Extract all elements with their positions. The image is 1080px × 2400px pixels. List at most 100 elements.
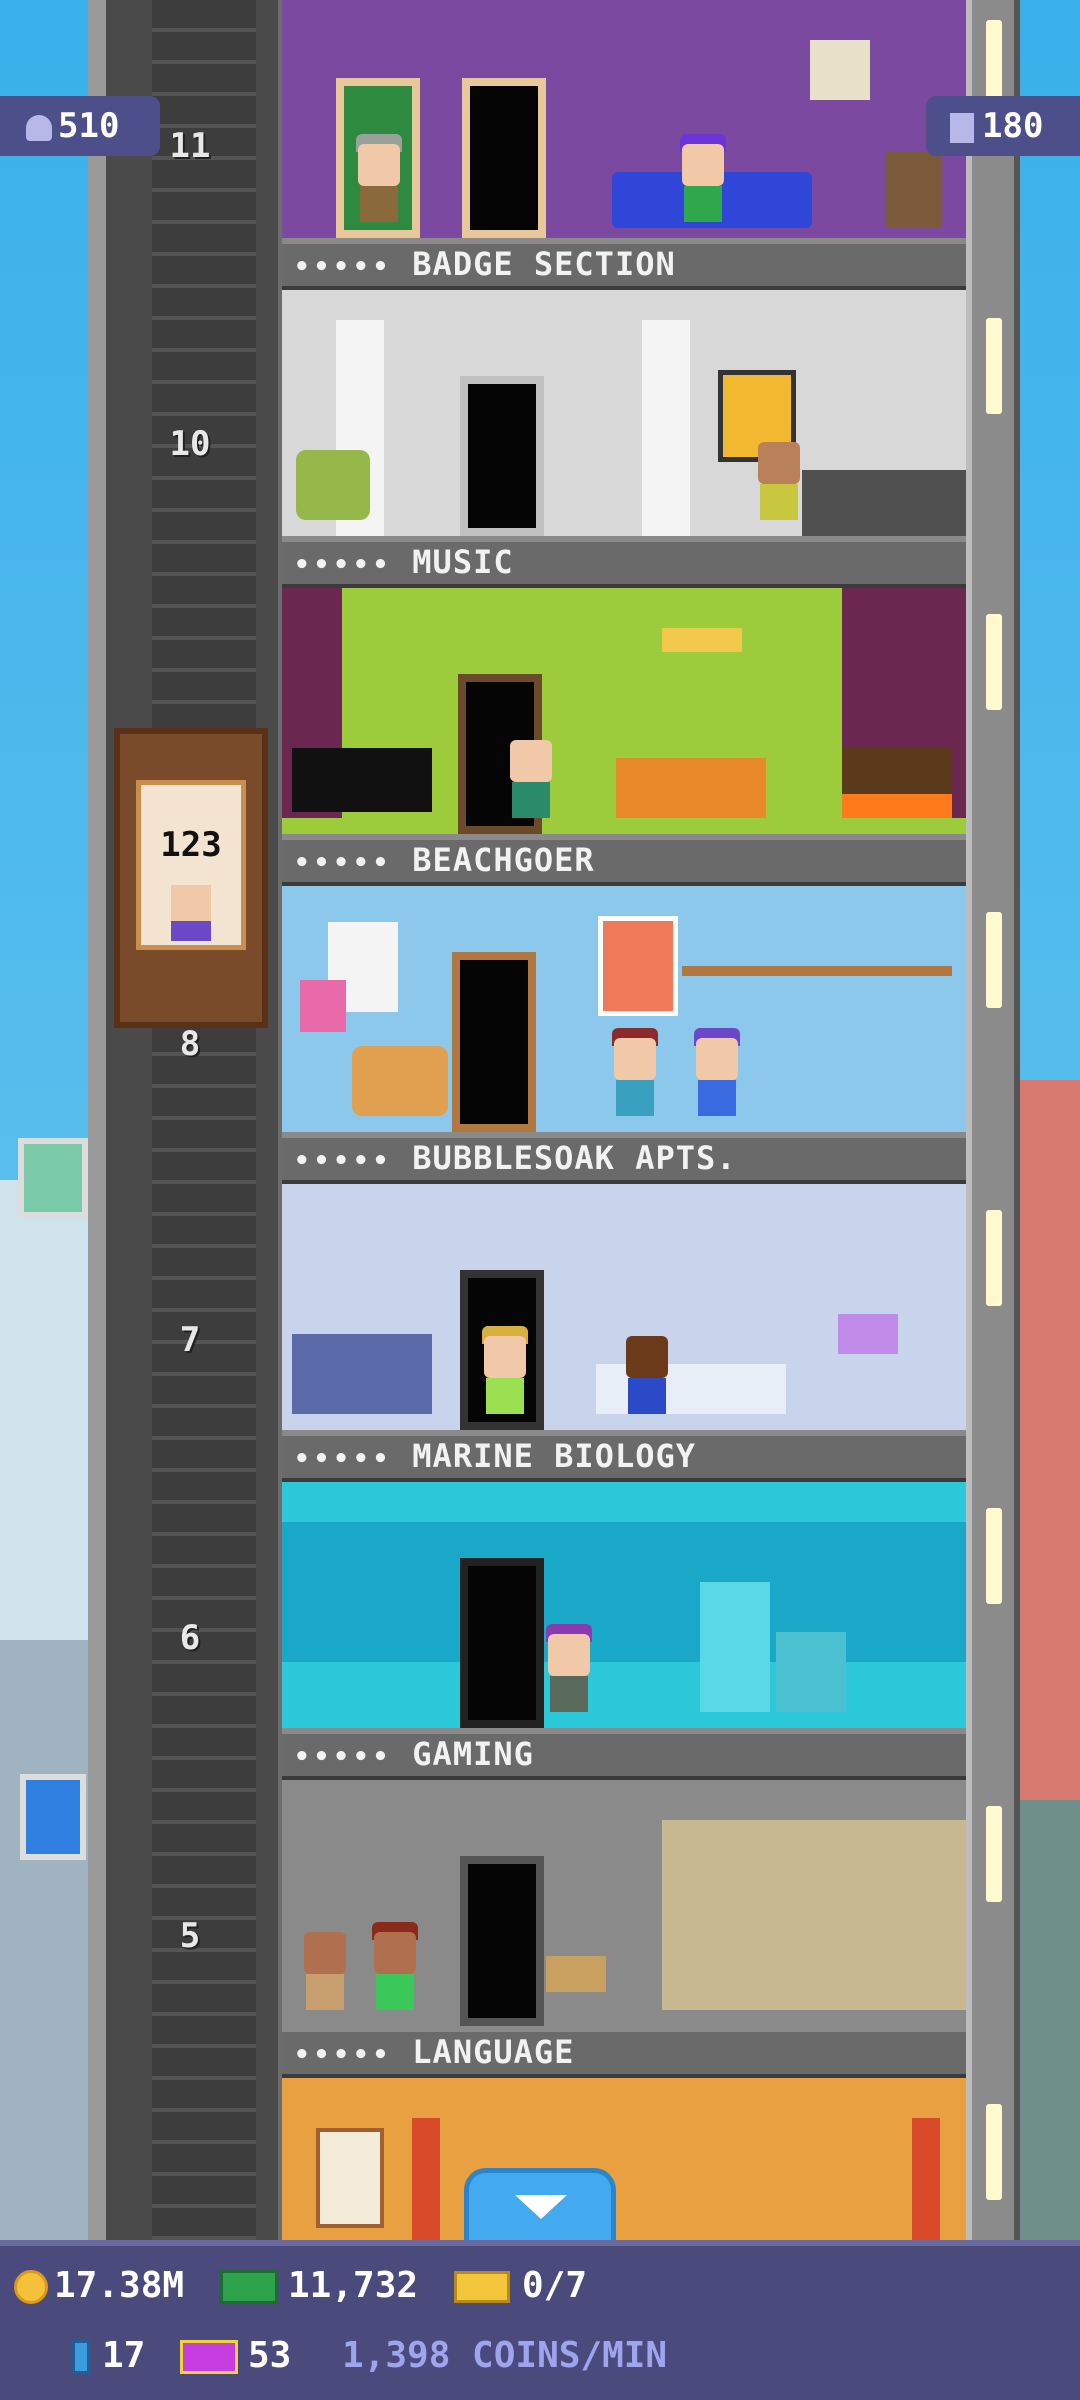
floor-5-language[interactable]: ••••• LANGUAGE (282, 1780, 966, 2078)
elevator-door[interactable] (460, 1558, 544, 1728)
floor-name: MUSIC (412, 543, 514, 581)
population-counter[interactable]: 510 (0, 96, 160, 156)
kitchen-counter (802, 470, 966, 536)
green-armchair (296, 450, 370, 520)
elevator-door[interactable] (462, 78, 546, 238)
floor-name: LANGUAGE (412, 2033, 575, 2071)
down-arrow-icon (515, 2195, 567, 2219)
pink-lamp (300, 980, 346, 1032)
floor-7-marine-biology[interactable]: ••••• MARINE BIOLOGY (282, 1184, 966, 1482)
floor-counter[interactable]: 180 (926, 96, 1080, 156)
tower-right-rail (966, 0, 1020, 2240)
floor-rating-dots: ••••• (294, 848, 393, 878)
elevator-passenger (171, 885, 211, 941)
rail-lamp (986, 1508, 1002, 1604)
resident[interactable] (678, 134, 728, 230)
city-building-left-lower (0, 1640, 90, 2240)
tower-bux-counter[interactable]: 53 (180, 2326, 291, 2386)
floor-4-language-room[interactable] (282, 2078, 966, 2240)
scroll-painting (316, 2128, 384, 2228)
building-icon (950, 112, 974, 143)
floor-room (282, 588, 966, 834)
elevator-shaft (88, 0, 288, 2240)
bed (292, 1334, 432, 1414)
floor-rating-dots: ••••• (294, 550, 393, 580)
ticket-icon (454, 2271, 510, 2303)
chandelier (662, 628, 742, 652)
resident[interactable] (544, 1624, 594, 1720)
floor-10-music[interactable]: ••••• MUSIC (282, 290, 966, 588)
floor-9-beachgoer[interactable]: ••••• BEACHGOER (282, 588, 966, 886)
sunset-painting (598, 916, 678, 1016)
floor-label: ••••• LANGUAGE (282, 2026, 966, 2078)
tickets-value: 0/7 (522, 2265, 588, 2306)
floor-room (282, 2078, 966, 2240)
elevator-door[interactable] (460, 1856, 544, 2026)
resident[interactable] (370, 1922, 420, 2018)
resident[interactable] (692, 1028, 742, 1124)
elevator-door[interactable] (452, 952, 536, 1132)
shelf (682, 966, 952, 976)
resident[interactable] (754, 432, 804, 528)
floor-number-6: 6 (179, 1618, 201, 1658)
floor-number-11: 11 (169, 126, 211, 166)
floor-room (282, 1184, 966, 1430)
pillar (642, 320, 690, 536)
floor-name: BUBBLESOAK APTS. (412, 1139, 737, 1177)
elevator-door[interactable] (460, 376, 544, 536)
floor-6-gaming[interactable]: ••••• GAMING (282, 1482, 966, 1780)
floor-rating-dots: ••••• (294, 252, 393, 282)
floor-label: ••••• BEACHGOER (282, 834, 966, 886)
floor-name: MARINE BIOLOGY (412, 1437, 696, 1475)
floor-rating-dots: ••••• (294, 1444, 393, 1474)
billboard-blue (20, 1774, 86, 1860)
resident[interactable] (610, 1028, 660, 1124)
floor-label: ••••• MUSIC (282, 536, 966, 588)
resident[interactable] (506, 730, 556, 826)
bux-counter[interactable]: 11,732 (220, 2256, 418, 2316)
person-icon (26, 114, 52, 141)
floor-label: ••••• BADGE SECTION (282, 238, 966, 290)
bux-value: 11,732 (288, 2265, 419, 2306)
stove (776, 1632, 846, 1712)
tower-bux-value: 53 (248, 2335, 292, 2376)
elevator-shaft-bricks (152, 0, 256, 2240)
elevator-car-window: 123 (136, 780, 246, 950)
tickets-counter[interactable]: 0/7 (454, 2256, 587, 2316)
coins-value: 17.38M (54, 2265, 185, 2306)
resident[interactable] (354, 134, 404, 230)
fries-billboard (18, 1138, 88, 1218)
resident[interactable] (300, 1922, 350, 2018)
rail-lamp (986, 912, 1002, 1008)
floor-number-5: 5 (179, 1916, 201, 1956)
floor-11-badge-section[interactable]: ••••• BADGE SECTION (282, 0, 966, 290)
floor-rating-dots: ••••• (294, 2040, 393, 2070)
floor-rating-dots: ••••• (294, 1146, 393, 1176)
resident[interactable] (480, 1326, 530, 1422)
floor-rating-dots: ••••• (294, 1742, 393, 1772)
resident[interactable] (622, 1326, 672, 1422)
floor-label: ••••• BUBBLESOAK APTS. (282, 1132, 966, 1184)
rail-lamp (986, 614, 1002, 710)
wooden-sign (546, 1956, 606, 1992)
floor-count-value: 180 (982, 106, 1044, 146)
keys-value: 17 (102, 2335, 146, 2376)
floor-room (282, 0, 966, 238)
floor-name: BEACHGOER (412, 841, 595, 879)
population-value: 510 (58, 106, 120, 146)
city-building-right-lower (1020, 1800, 1080, 2240)
elevator-car[interactable]: 123 (114, 728, 268, 1028)
key-icon (72, 2340, 90, 2374)
floor-8-bubblesoak-apts[interactable]: ••••• BUBBLESOAK APTS. (282, 886, 966, 1184)
grand-piano (292, 748, 432, 812)
scroll-down-button[interactable] (464, 2168, 616, 2240)
fireplace (842, 748, 952, 818)
tower-bux-icon (180, 2340, 238, 2374)
fridge (700, 1582, 770, 1712)
arcade-poster (810, 40, 870, 100)
keys-counter[interactable]: 17 (72, 2326, 145, 2386)
floor-label: ••••• GAMING (282, 1728, 966, 1780)
coins-counter[interactable]: 17.38M (14, 2256, 184, 2316)
floor-room (282, 290, 966, 536)
resource-bar: 17.38M 11,732 0/7 17 53 1,398 COINS/MIN (0, 2240, 1080, 2400)
